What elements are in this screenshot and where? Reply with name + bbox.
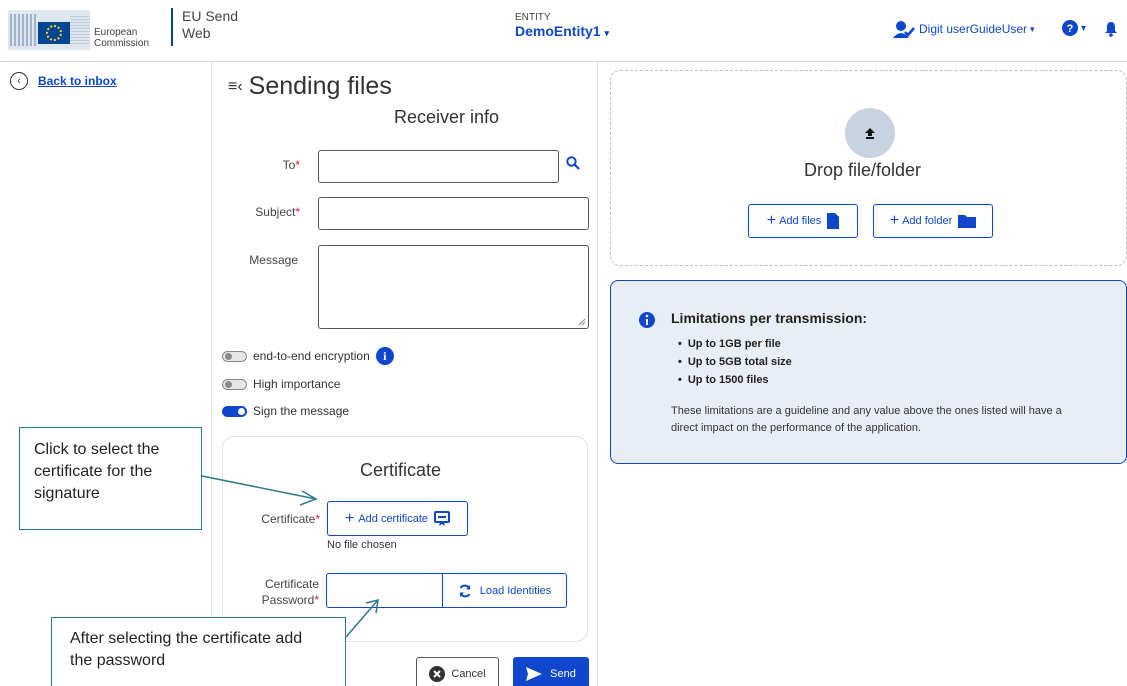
cancel-label: Cancel (451, 667, 486, 680)
certificate-password-label: Certificate Password* (248, 576, 319, 608)
upload-icon (845, 108, 895, 158)
app-title: EU Send Web (182, 8, 238, 42)
send-label: Send (550, 667, 576, 680)
header-divider (171, 8, 173, 46)
entity-label: ENTITY (515, 12, 551, 23)
subject-input[interactable] (318, 197, 589, 230)
load-identities-label: Load Identities (479, 584, 552, 597)
toggle-switch[interactable] (222, 350, 247, 362)
certificate-heading: Certificate (345, 460, 456, 480)
logo-line-1: European (94, 27, 138, 38)
app-title-line-1: EU Send (182, 8, 239, 24)
file-icon (827, 213, 840, 229)
required-mark: * (314, 593, 319, 607)
certificate-label: Certificate* (255, 512, 320, 526)
user-name: Digit userGuideUser (919, 22, 1028, 36)
no-file-chosen-text: No file chosen (327, 539, 397, 551)
subject-label: Subject* (254, 205, 300, 219)
european-commission-logo[interactable]: European Commission (8, 10, 163, 50)
message-label: Message (249, 253, 298, 267)
toggle-encryption[interactable]: end-to-end encryption i (222, 347, 394, 365)
plus-icon: + (889, 212, 900, 229)
required-mark: * (315, 512, 320, 526)
add-files-label: Add files (779, 215, 822, 227)
drop-file-folder-heading: Drop file/folder (789, 160, 936, 180)
close-icon (429, 665, 446, 682)
chevron-down-icon: ▾ (1030, 23, 1035, 34)
bell-icon[interactable] (1104, 21, 1118, 37)
entity-name: DemoEntity1 (515, 23, 601, 39)
user-menu[interactable]: Digit userGuideUser ▾ (893, 20, 1035, 38)
search-icon[interactable] (566, 156, 580, 170)
collapse-menu-icon[interactable]: ≡‹ (228, 78, 243, 96)
plus-icon: + (766, 212, 777, 229)
to-label: To* (280, 158, 300, 172)
limitation-item: Up to 5GB total size (678, 353, 792, 371)
chevron-left-icon[interactable]: ‹ (10, 72, 28, 90)
receiver-info-heading: Receiver info (379, 107, 514, 127)
entity-name-row[interactable]: DemoEntity1 ▾ (515, 23, 609, 41)
add-folder-button[interactable]: + Add folder (873, 204, 993, 238)
certificate-icon (434, 511, 451, 526)
info-icon (639, 312, 655, 328)
toggle-high-importance[interactable]: High importance (222, 377, 340, 391)
add-folder-label: Add folder (902, 215, 953, 227)
back-to-inbox-link[interactable]: Back to inbox (38, 74, 117, 88)
callout-password-hint: After selecting the certificate add the … (51, 617, 346, 686)
add-files-button[interactable]: + Add files (748, 204, 858, 238)
toggle-switch[interactable] (222, 378, 247, 390)
password-label-line-1: Certificate (264, 577, 319, 591)
toggle-switch[interactable] (222, 405, 247, 417)
user-check-icon (893, 21, 915, 38)
toggle-high-importance-label: High importance (253, 377, 341, 391)
add-certificate-button[interactable]: + Add certificate (327, 501, 468, 536)
page-title-text: Sending files (248, 72, 392, 100)
app-title-line-2: Web (182, 25, 211, 41)
logo-text: European Commission (94, 27, 149, 49)
help-icon: ? (1062, 20, 1078, 36)
page-title: ≡‹ Sending files (228, 72, 392, 101)
eu-flag-icon (8, 10, 90, 50)
certificate-label-text: Certificate (261, 512, 316, 526)
to-label-text: To (282, 158, 296, 172)
toggle-sign-message-label: Sign the message (253, 404, 350, 418)
required-mark: * (295, 205, 300, 219)
toggle-sign-message[interactable]: Sign the message (222, 404, 349, 418)
entity-selector[interactable]: ENTITY DemoEntity1 ▾ (515, 12, 609, 41)
add-certificate-label: Add certificate (358, 512, 429, 525)
certificate-password-input[interactable] (327, 574, 443, 607)
send-button[interactable]: Send (513, 657, 589, 686)
password-label-line-2: Password (261, 593, 315, 607)
send-icon (526, 666, 543, 681)
message-textarea[interactable] (318, 245, 589, 329)
cancel-button[interactable]: Cancel (416, 657, 499, 686)
svg-text:?: ? (1067, 23, 1074, 35)
column-divider (211, 62, 212, 686)
info-icon[interactable]: i (375, 347, 394, 365)
limitations-note: These limitations are a guideline and an… (671, 405, 1062, 434)
load-identities-button[interactable]: Load Identities (443, 574, 566, 607)
refresh-icon (459, 584, 471, 597)
callout-certificate-hint: Click to select the certificate for the … (19, 427, 202, 530)
limitation-item: Up to 1GB per file (678, 335, 792, 353)
chevron-down-icon: ▾ (604, 28, 609, 38)
resize-handle-icon[interactable] (578, 318, 586, 326)
limitation-item: Up to 1500 files (678, 371, 792, 389)
chevron-down-icon: ▾ (1081, 22, 1087, 34)
app-header: European Commission EU Send Web ENTITY D… (0, 0, 1127, 62)
column-divider (597, 62, 598, 686)
subject-label-text: Subject (255, 205, 296, 219)
plus-icon: + (344, 509, 355, 527)
folder-icon (958, 215, 977, 228)
limitations-list: Up to 1GB per file Up to 5GB total size … (678, 335, 792, 389)
help-menu[interactable]: ? ▾ (1062, 20, 1086, 36)
toggle-encryption-label: end-to-end encryption (253, 349, 370, 363)
certificate-password-group: Load Identities (326, 573, 567, 608)
required-mark: * (295, 158, 300, 172)
to-input[interactable] (318, 150, 559, 183)
limitations-title: Limitations per transmission: (671, 310, 868, 326)
back-to-inbox[interactable]: ‹ Back to inbox (10, 72, 117, 90)
logo-line-2: Commission (94, 38, 150, 49)
